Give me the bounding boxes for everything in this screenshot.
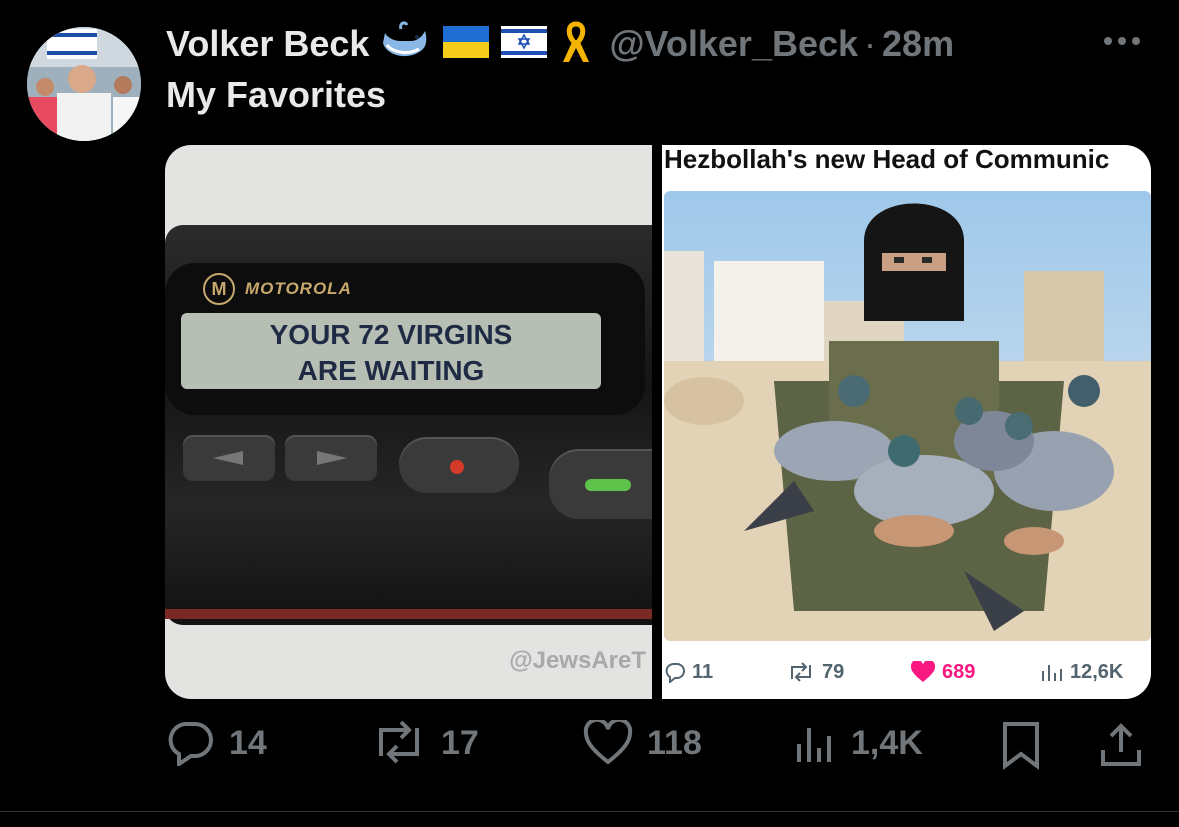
ukraine-flag-icon [443,25,490,63]
repost-icon [791,662,811,682]
whale-emoji-icon [381,20,431,68]
image-like-stat: 689 [910,661,975,684]
post-text: My Favorites [166,74,387,115]
author-row: Volker Beck @Volker_Beck · 28m [166,20,1166,69]
author-handle[interactable]: @Volker_Beck [609,23,858,65]
more-horizontal-icon [1104,37,1140,45]
pager-left-button [183,435,275,481]
post-header: Volker Beck @Volker_Beck · 28m My Favori… [166,20,1166,115]
post-divider [0,811,1179,812]
israel-flag-icon [501,25,548,63]
bookmark-button[interactable] [1001,720,1041,770]
soldier-pigeons-photo [664,191,1151,641]
like-count: 118 [647,723,702,762]
pager-image[interactable]: M MOTOROLA YOUR 72 VIRGINS ARE WAITING @… [165,145,652,699]
image-repost-count: 79 [822,660,845,683]
bookmark-icon [1003,722,1039,770]
image-views-count: 12,6K [1070,660,1124,683]
pager-screen-line-2: ARE WAITING [297,355,485,386]
reply-icon [665,663,685,683]
image-stats-row: 11 79 689 12,6K [662,645,1151,699]
views-icon [797,728,831,762]
pager-red-button [399,437,519,493]
views-button[interactable]: 1,4K [793,720,923,766]
author-name[interactable]: Volker Beck [166,23,369,65]
repost-icon [379,720,419,764]
share-button[interactable] [1099,720,1143,770]
pager-brand-name: MOTOROLA [245,279,352,298]
heart-icon [583,720,633,765]
separator-dot: · [864,23,877,64]
image-watermark: @JewsAreT [509,647,646,674]
post-media[interactable]: M MOTOROLA YOUR 72 VIRGINS ARE WAITING @… [165,145,1151,699]
post-time[interactable]: 28m [882,23,954,65]
repost-button[interactable]: 17 [371,720,479,766]
image-reply-count: 11 [692,660,714,683]
image-headline: Hezbollah's new Head of Communic [664,145,1110,174]
right-arrow-icon [317,451,347,465]
reply-button[interactable]: 14 [165,720,267,766]
like-button[interactable]: 118 [583,720,702,766]
pager-right-button [285,435,377,481]
image-like-count: 689 [942,660,976,683]
green-dash-icon [585,479,631,491]
pigeon-image[interactable]: Hezbollah's new Head of Communic 11 79 6… [662,145,1151,699]
pager-brand: M MOTOROLA [203,273,352,305]
image-views-stat: 12,6K [1040,661,1123,684]
image-reply-stat: 11 [664,661,713,684]
motorola-logo-icon: M [203,273,235,305]
more-options-button[interactable] [1102,34,1142,52]
heart-filled-icon [910,661,936,682]
pager-stripe [165,609,652,619]
yellow-ribbon-icon [559,20,593,69]
reply-count: 14 [229,723,267,762]
image-repost-stat: 79 [786,661,844,684]
avatar-photo [27,27,141,141]
pager-green-button [549,449,652,519]
views-count: 1,4K [851,723,923,762]
share-icon [1101,723,1141,766]
views-icon [1042,665,1062,681]
author-avatar[interactable] [27,27,141,141]
red-dot-icon [450,460,464,474]
repost-count: 17 [441,723,479,762]
post-actions: 14 17 118 1,4K [165,720,1155,776]
pager-screen-text: YOUR 72 VIRGINS ARE WAITING [181,313,601,389]
reply-icon [168,722,213,766]
pager-screen-line-1: YOUR 72 VIRGINS [269,319,513,350]
left-arrow-icon [213,451,243,465]
